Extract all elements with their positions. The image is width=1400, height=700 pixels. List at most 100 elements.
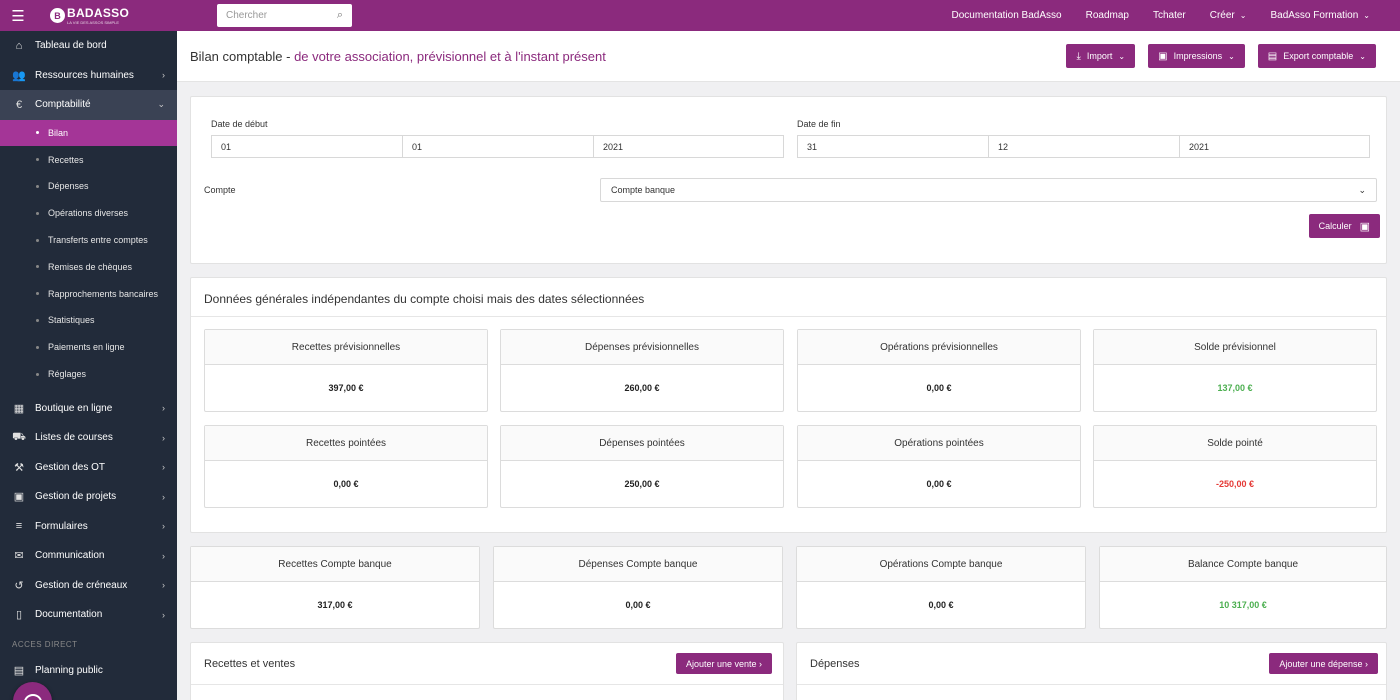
end-day-input[interactable]: 31: [797, 135, 989, 158]
nav-user[interactable]: BadAsso Formation ⌄: [1270, 10, 1370, 21]
sidebar-subitem-statistiques[interactable]: Statistiques: [0, 307, 177, 334]
start-month-input[interactable]: 01: [402, 135, 594, 158]
sidebar-subitem-rapprochements[interactable]: Rapprochements bancaires: [0, 280, 177, 307]
nav-label: Créer: [1209, 10, 1235, 21]
sidebar-subitem-operations[interactable]: Opérations diverses: [0, 200, 177, 227]
bullet-icon: [36, 131, 39, 135]
sidebar-item-projects[interactable]: ▣ Gestion de projets ›: [0, 482, 177, 512]
cart-icon: ⛟: [12, 430, 26, 443]
sidebar-item-label: Listes de courses: [35, 432, 113, 444]
end-month-input[interactable]: 12: [988, 135, 1180, 158]
sidebar-subitem-remises[interactable]: Remises de chèques: [0, 253, 177, 280]
stat-operations-compte: Opérations Compte banque 0,00 €: [796, 546, 1086, 629]
start-date-group: 01 01 2021: [211, 135, 784, 158]
nav-documentation[interactable]: Documentation BadAsso: [952, 10, 1062, 21]
sidebar-item-communication[interactable]: ✉ Communication ›: [0, 541, 177, 571]
sidebar-item-shop[interactable]: ▦ Boutique en ligne ›: [0, 393, 177, 423]
end-year-input[interactable]: 2021: [1179, 135, 1370, 158]
sidebar-item-planning[interactable]: ▤ Planning public: [0, 655, 177, 685]
bullet-icon: [36, 318, 39, 322]
sidebar-item-label: Tableau de bord: [35, 40, 107, 52]
chevron-down-icon: ⌄: [1239, 11, 1247, 20]
bullet-icon: [36, 372, 39, 376]
stat-recettes-prev: Recettes prévisionnelles 397,00 €: [204, 329, 488, 412]
menu-icon[interactable]: ☰: [0, 7, 36, 25]
nav-creer[interactable]: Créer ⌄: [1210, 10, 1247, 21]
add-sale-button[interactable]: Ajouter une vente ›: [675, 653, 772, 674]
search-input[interactable]: [226, 10, 326, 21]
sidebar-subitem-label: Dépenses: [48, 181, 89, 192]
depenses-card-header: Dépenses Ajouter une dépense ›: [797, 643, 1386, 685]
sidebar-subitem-depenses[interactable]: Dépenses: [0, 173, 177, 200]
bullet-icon: [36, 184, 39, 188]
add-expense-button[interactable]: Ajouter une dépense ›: [1269, 653, 1378, 674]
sidebar-item-forms[interactable]: ≡ Formulaires ›: [0, 511, 177, 541]
sidebar: ⌂ Tableau de bord 👥 Ressources humaines …: [0, 31, 177, 700]
sidebar-item-ot[interactable]: ⚒ Gestion des OT ›: [0, 452, 177, 482]
chevron-down-icon: ⌄: [1358, 184, 1366, 195]
stat-depenses-prev: Dépenses prévisionnelles 260,00 €: [500, 329, 784, 412]
sidebar-subitem-recettes[interactable]: Recettes: [0, 146, 177, 173]
button-label: Import: [1086, 51, 1113, 61]
account-label: Compte: [204, 185, 236, 195]
shop-icon: ▦: [13, 402, 25, 415]
excel-file-icon: ▣: [1158, 50, 1168, 62]
pdf-file-icon: ▤: [1267, 50, 1278, 62]
impressions-button[interactable]: ▣ Impressions ⌄: [1148, 44, 1245, 68]
recettes-card: Recettes et ventes Ajouter une vente ›: [190, 642, 784, 700]
stat-recettes-compte: Recettes Compte banque 317,00 €: [190, 546, 480, 629]
sidebar-subitem-reglages[interactable]: Réglages: [0, 361, 177, 388]
stat-label: Solde prévisionnel: [1094, 330, 1376, 365]
nav-label: Roadmap: [1085, 10, 1129, 21]
export-button[interactable]: ▤ Export comptable ⌄: [1257, 44, 1376, 68]
sidebar-item-accounting[interactable]: € Comptabilité ⌄: [0, 90, 177, 120]
stat-value: 250,00 €: [624, 479, 660, 489]
search-icon[interactable]: ⌕: [337, 9, 343, 22]
chevron-right-icon: ›: [162, 580, 165, 591]
sidebar-item-label: Formulaires: [35, 520, 88, 532]
nav-tchater[interactable]: Tchater: [1153, 10, 1186, 21]
sidebar-item-hr[interactable]: 👥 Ressources humaines ›: [0, 61, 177, 91]
search-box[interactable]: ⌕: [217, 4, 352, 27]
sidebar-subitem-label: Rapprochements bancaires: [48, 288, 159, 299]
sidebar-item-dashboard[interactable]: ⌂ Tableau de bord: [0, 31, 177, 61]
stat-value: 397,00 €: [328, 383, 364, 393]
chevron-down-icon: ⌄: [1118, 51, 1126, 61]
logo-tagline: LA VIE DES ASSOS SIMPLE: [67, 20, 120, 25]
sidebar-subitem-label: Remises de chèques: [48, 261, 133, 272]
sidebar-section-label: ACCES DIRECT: [12, 640, 78, 650]
sidebar-item-shopping[interactable]: ⛟ Listes de courses ›: [0, 423, 177, 453]
sidebar-item-label: Gestion de créneaux: [35, 579, 128, 591]
start-year-input[interactable]: 2021: [593, 135, 784, 158]
sidebar-item-label: Comptabilité: [35, 99, 91, 111]
sidebar-item-documentation[interactable]: ▯ Documentation ›: [0, 600, 177, 630]
account-select-value: Compte banque: [611, 185, 676, 195]
stat-label: Recettes Compte banque: [191, 547, 479, 582]
stat-value: 10 317,00 €: [1219, 600, 1267, 610]
general-stats-title: Données générales indépendantes du compt…: [204, 292, 645, 306]
stat-value: -250,00 €: [1215, 479, 1255, 489]
logo[interactable]: B BADASSO LA VIE DES ASSOS SIMPLE: [50, 6, 200, 25]
chevron-right-icon: ›: [162, 491, 165, 502]
calculate-button[interactable]: Calculer ▣: [1308, 214, 1380, 238]
sidebar-item-slots[interactable]: ↺ Gestion de créneaux ›: [0, 570, 177, 600]
chevron-right-icon: ›: [162, 462, 165, 473]
button-label: Impressions: [1173, 51, 1223, 61]
sidebar-subitem-bilan[interactable]: Bilan: [0, 119, 177, 147]
stat-label: Dépenses prévisionnelles: [501, 330, 783, 365]
general-stats-card: Données générales indépendantes du compt…: [190, 277, 1387, 533]
import-button[interactable]: ⤓ Import ⌄: [1066, 44, 1136, 68]
chevron-right-icon: ›: [162, 550, 165, 561]
list-icon: ≡: [15, 520, 23, 533]
account-select[interactable]: Compte banque ⌄: [600, 178, 1377, 202]
stat-depenses-compte: Dépenses Compte banque 0,00 €: [493, 546, 783, 629]
page-title-text: Bilan comptable -: [190, 48, 295, 64]
nav-roadmap[interactable]: Roadmap: [1086, 10, 1129, 21]
stat-operations-prev: Opérations prévisionnelles 0,00 €: [797, 329, 1081, 412]
sidebar-subitem-transferts[interactable]: Transferts entre comptes: [0, 227, 177, 254]
sidebar-subitem-label: Recettes: [48, 154, 84, 165]
stat-value: 0,00 €: [625, 600, 651, 610]
users-icon: 👥: [12, 69, 26, 82]
start-day-input[interactable]: 01: [211, 135, 403, 158]
sidebar-subitem-paiements[interactable]: Paiements en ligne: [0, 334, 177, 361]
